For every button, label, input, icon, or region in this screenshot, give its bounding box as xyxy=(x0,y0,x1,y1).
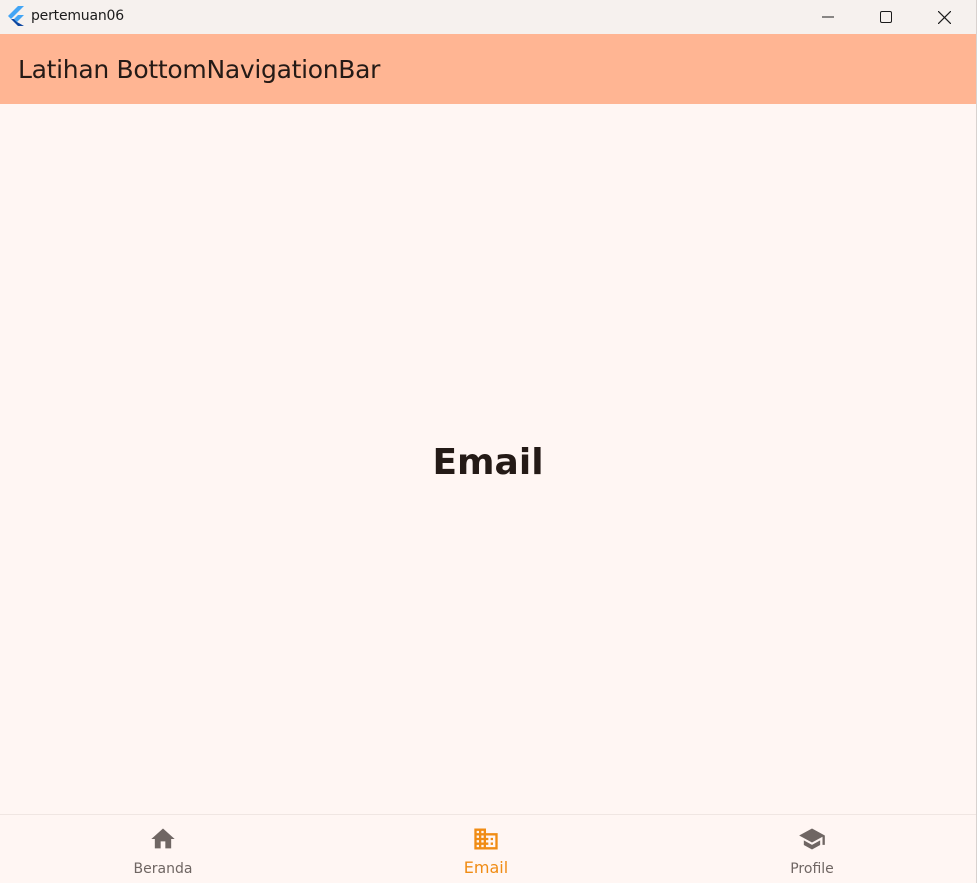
close-icon xyxy=(937,10,951,24)
nav-item-beranda[interactable]: Beranda xyxy=(0,815,326,883)
flutter-logo-icon xyxy=(8,6,24,26)
minimize-button[interactable] xyxy=(805,0,851,34)
nav-item-profile[interactable]: Profile xyxy=(649,815,975,883)
page-body: Email xyxy=(0,104,976,814)
business-icon xyxy=(474,828,498,850)
page-title: Email xyxy=(432,442,544,483)
minimize-icon xyxy=(822,16,834,18)
nav-label: Email xyxy=(463,858,509,877)
maximize-icon xyxy=(880,11,892,23)
app-window: pertemuan06 Latihan BottomNavigationBar … xyxy=(0,0,977,883)
bottom-navigation-bar: Beranda Email Profile xyxy=(0,814,976,883)
app-bar: Latihan BottomNavigationBar xyxy=(0,34,976,104)
nav-label: Beranda xyxy=(133,861,193,877)
nav-label: Profile xyxy=(790,861,834,877)
app-bar-title: Latihan BottomNavigationBar xyxy=(18,55,381,84)
maximize-button[interactable] xyxy=(863,0,909,34)
window-titlebar[interactable]: pertemuan06 xyxy=(0,0,976,34)
close-button[interactable] xyxy=(921,0,967,34)
home-icon xyxy=(151,828,175,849)
school-icon xyxy=(799,828,825,850)
nav-item-email[interactable]: Email xyxy=(323,815,649,883)
window-title: pertemuan06 xyxy=(31,8,124,24)
